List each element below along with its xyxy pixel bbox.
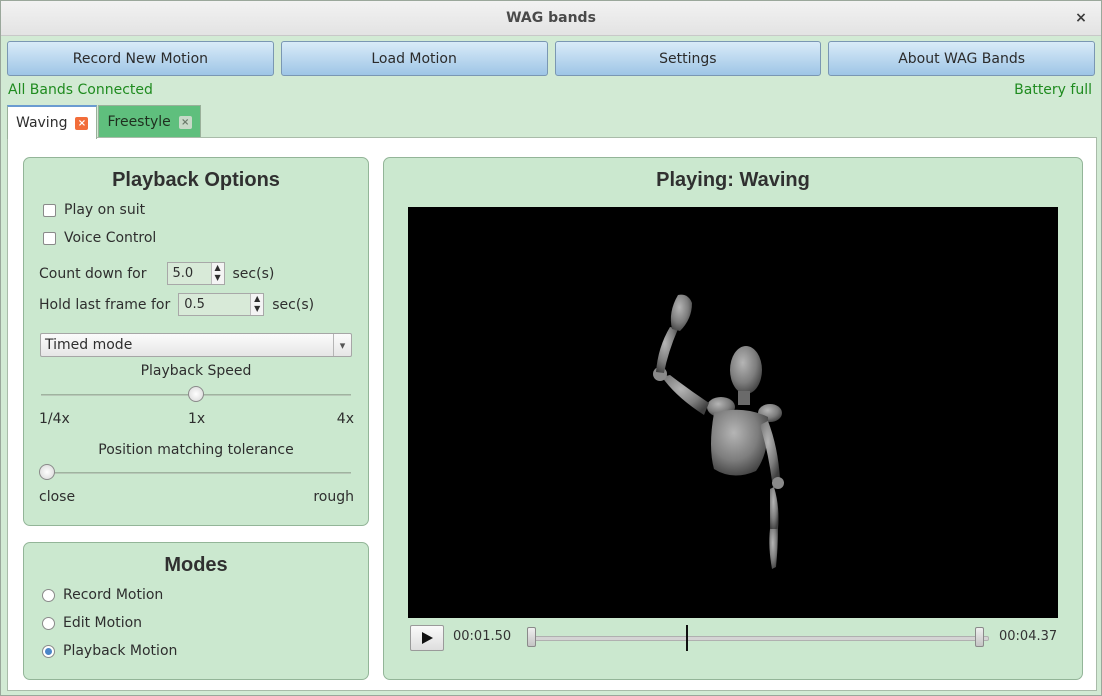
spin-arrows-icon[interactable]: ▲ ▼ xyxy=(250,294,264,315)
mannequin-figure xyxy=(653,294,784,569)
chevron-down-icon: ▾ xyxy=(333,334,351,356)
title-bar: WAG bands × xyxy=(1,1,1101,36)
mode-option-label: Edit Motion xyxy=(63,615,143,631)
tolerance-slider[interactable] xyxy=(41,472,351,474)
toolbar: Record New Motion Load Motion Settings A… xyxy=(7,41,1095,76)
panel-title: Playback Options xyxy=(112,169,280,191)
connection-status: All Bands Connected xyxy=(8,82,153,98)
tab-waving[interactable]: Waving × xyxy=(7,105,98,139)
countdown-unit: sec(s) xyxy=(232,265,275,282)
settings-button[interactable]: Settings xyxy=(554,41,822,76)
speed-mid-label: 1x xyxy=(188,411,206,427)
countdown-spinbox[interactable]: 5.0 ▲ ▼ xyxy=(166,262,225,285)
viewer-panel: Playing: Waving 00:01.50 00:04.37 xyxy=(383,157,1083,680)
countdown-row: Count down for 5.0 ▲ ▼ sec(s) xyxy=(39,262,274,285)
app-window: WAG bands × Record New Motion Load Motio… xyxy=(0,0,1102,696)
trim-start-handle[interactable] xyxy=(527,627,536,647)
speed-min-label: 1/4x xyxy=(39,411,70,427)
about-button[interactable]: About WAG Bands xyxy=(828,41,1095,76)
play-button[interactable] xyxy=(410,625,444,651)
mode-option-edit[interactable]: Edit Motion xyxy=(42,615,142,631)
mode-option-playback[interactable]: Playback Motion xyxy=(42,643,177,659)
playback-speed-handle[interactable] xyxy=(188,386,204,402)
hold-last-row: Hold last frame for 0.5 ▲ ▼ sec(s) xyxy=(39,293,314,316)
end-time: 00:04.37 xyxy=(999,629,1058,644)
playback-speed-label: Playback Speed xyxy=(140,363,252,379)
tab-label: Freestyle xyxy=(107,114,171,130)
tab-content: Playback Options Play on suit Voice Cont… xyxy=(7,137,1097,691)
hold-last-value: 0.5 xyxy=(184,297,205,312)
window-title: WAG bands xyxy=(506,10,596,26)
play-icon xyxy=(422,632,433,644)
tab-bar: Waving × Freestyle × xyxy=(7,105,201,139)
play-on-suit-label: Play on suit xyxy=(64,202,146,218)
speed-max-label: 4x xyxy=(336,411,354,427)
hold-last-spinbox[interactable]: 0.5 ▲ ▼ xyxy=(178,293,265,316)
motion-viewport[interactable] xyxy=(408,207,1058,618)
tolerance-handle[interactable] xyxy=(39,464,55,480)
playback-options-panel: Playback Options Play on suit Voice Cont… xyxy=(23,157,369,526)
tab-freestyle[interactable]: Freestyle × xyxy=(98,105,201,138)
tab-label: Waving xyxy=(16,115,68,131)
modes-panel: Modes Record Motion Edit Motion Playback… xyxy=(23,542,369,680)
battery-status: Battery full xyxy=(1014,82,1092,98)
mode-dropdown[interactable]: Timed mode ▾ xyxy=(40,333,352,357)
voice-control-label: Voice Control xyxy=(64,230,157,246)
hold-last-unit: sec(s) xyxy=(272,296,315,313)
record-new-motion-button[interactable]: Record New Motion xyxy=(7,41,274,76)
viewer-title: Playing: Waving xyxy=(656,169,810,191)
close-icon[interactable]: × xyxy=(1073,9,1089,27)
radio-button[interactable] xyxy=(42,644,55,658)
playback-controls: 00:01.50 00:04.37 xyxy=(408,625,1060,651)
close-tab-icon[interactable]: × xyxy=(75,116,89,130)
spin-arrows-icon[interactable]: ▲ ▼ xyxy=(210,263,224,284)
voice-control-checkbox[interactable] xyxy=(43,231,56,245)
mode-option-label: Playback Motion xyxy=(63,643,178,659)
current-time: 00:01.50 xyxy=(453,629,512,644)
countdown-value: 5.0 xyxy=(172,266,194,281)
play-on-suit-checkbox[interactable] xyxy=(43,203,56,217)
radio-button[interactable] xyxy=(42,588,55,602)
mode-option-label: Record Motion xyxy=(63,587,164,603)
panel-title: Modes xyxy=(164,554,228,576)
mode-option-record[interactable]: Record Motion xyxy=(42,587,163,603)
close-tab-icon[interactable]: × xyxy=(178,115,192,129)
countdown-label: Count down for xyxy=(39,265,147,282)
mode-dropdown-value: Timed mode xyxy=(45,337,133,353)
tolerance-min-label: close xyxy=(39,489,76,505)
tolerance-label: Position matching tolerance xyxy=(98,442,294,458)
hold-last-label: Hold last frame for xyxy=(39,296,171,313)
seek-bar[interactable] xyxy=(529,636,989,641)
load-motion-button[interactable]: Load Motion xyxy=(280,41,548,76)
tolerance-max-label: rough xyxy=(313,489,354,505)
playhead[interactable] xyxy=(686,625,688,651)
play-on-suit-row: Play on suit xyxy=(43,202,145,218)
radio-button[interactable] xyxy=(42,616,55,630)
trim-end-handle[interactable] xyxy=(975,627,984,647)
voice-control-row: Voice Control xyxy=(43,230,156,246)
